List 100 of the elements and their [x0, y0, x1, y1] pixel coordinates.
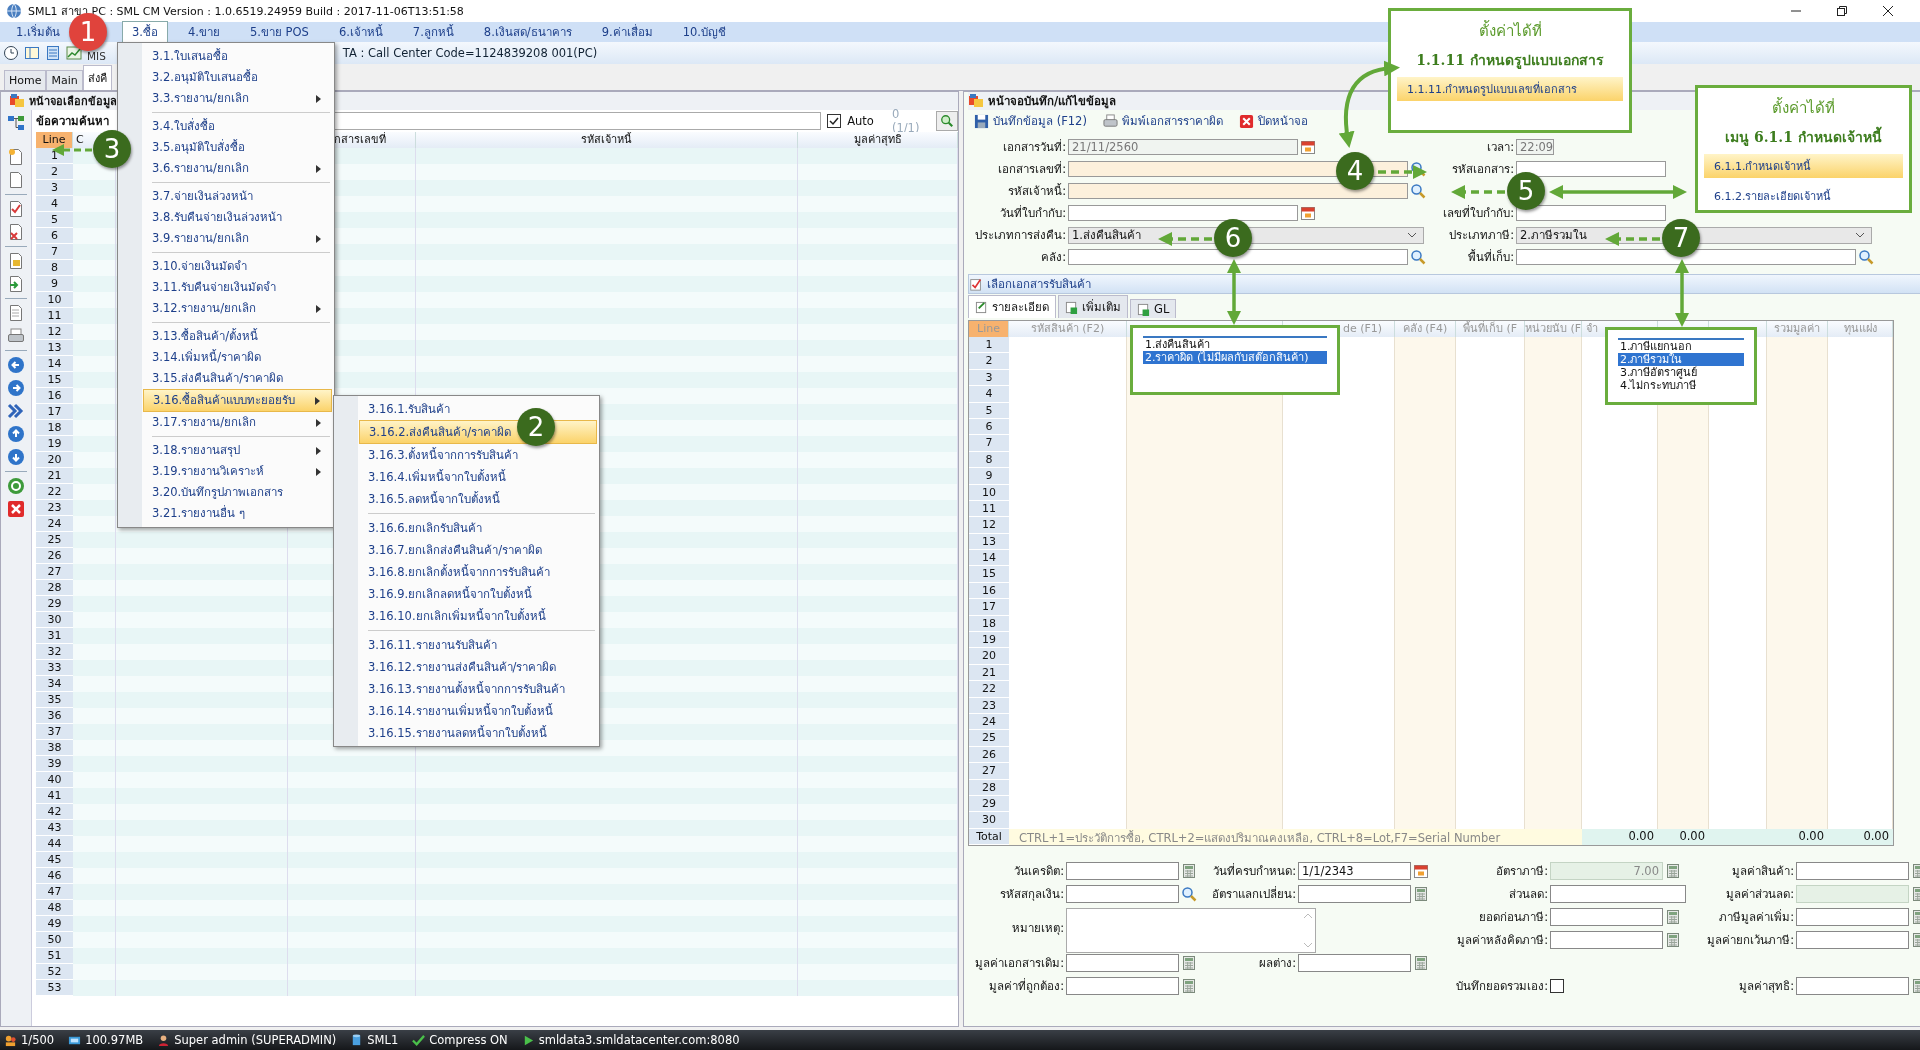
calculator-icon[interactable]: [1181, 977, 1197, 994]
document-icon[interactable]: [7, 171, 25, 189]
input-field[interactable]: [1516, 161, 1666, 177]
calculator-icon[interactable]: [1413, 885, 1429, 902]
input-field[interactable]: [1298, 953, 1411, 972]
calculator-icon[interactable]: [45, 45, 61, 61]
input-field[interactable]: [1298, 884, 1411, 903]
menu-item[interactable]: 3.16.5.ลดหนี้จากใบตั้งหนี้: [359, 488, 597, 510]
menu-item[interactable]: 3.16.8.ยกเลิกตั้งหนี้จากการรับสินค้า: [359, 561, 597, 583]
calculator-icon[interactable]: [1181, 954, 1197, 971]
tab[interactable]: Home: [4, 70, 47, 90]
menu-item[interactable]: 3.16.4.เพิ่มหนี้จากใบตั้งหนี้: [359, 466, 597, 488]
option[interactable]: 2.ภาษีรวมใน: [1618, 353, 1744, 366]
menu-item[interactable]: 3.2.อนุมัติใบเสนอซื้อ: [143, 67, 332, 88]
search-icon[interactable]: [1410, 161, 1426, 177]
menu-item[interactable]: 7.ลูกหนี้: [402, 21, 464, 43]
clock-icon[interactable]: [3, 45, 19, 61]
menu-item[interactable]: 3.16.11.รายงานรับสินค้า: [359, 634, 597, 656]
input-field[interactable]: [1066, 976, 1179, 995]
menu-item[interactable]: 9.ค่าเสื่อม: [591, 21, 663, 43]
calculator-icon[interactable]: [1665, 931, 1681, 948]
tree-icon[interactable]: [7, 114, 25, 132]
menu-item[interactable]: 3.16.10.ยกเลิกเพิ่มหนี้จากใบตั้งหนี้: [359, 605, 597, 627]
menu-item[interactable]: 3.11.รับคืนจ่ายเงินมัดจำ: [143, 277, 332, 298]
document-icon[interactable]: [7, 148, 25, 166]
tab[interactable]: รายละเอียด: [968, 295, 1056, 318]
menu-item[interactable]: 8.เงินสด/ธนาคาร: [473, 21, 582, 43]
calendar-icon[interactable]: [1300, 205, 1316, 221]
input-field[interactable]: [1066, 861, 1179, 880]
document-icon[interactable]: [7, 304, 25, 322]
remarks-field[interactable]: [1066, 907, 1316, 953]
option[interactable]: 1.ภาษีแยกนอก: [1618, 340, 1744, 353]
input-field[interactable]: [1550, 907, 1663, 926]
close-button[interactable]: ปิดหน้าจอ: [1232, 112, 1314, 130]
section-bar[interactable]: เลือกเอกสารรับสินค้า: [968, 274, 1920, 294]
menu-item[interactable]: 3.8.รับคืนจ่ายเงินล่วงหน้า: [143, 207, 332, 228]
tab[interactable]: Main: [46, 70, 83, 90]
menu-item[interactable]: 3.16.15.รายงานลดหนี้จากใบตั้งหนี้: [359, 722, 597, 744]
menu-item[interactable]: 3.3.รายงาน/ยกเลิก: [143, 88, 332, 109]
calculator-icon[interactable]: [1665, 862, 1681, 879]
menu-item[interactable]: 3.14.เพิ่มหนี้/ราคาผิด: [143, 347, 332, 368]
tab[interactable]: GL: [1130, 299, 1177, 318]
menu-item[interactable]: 3.18.รายงานสรุป: [143, 440, 332, 461]
help-icon[interactable]: [7, 477, 25, 495]
tab[interactable]: ส่งคื: [82, 65, 112, 90]
close-icon[interactable]: [1882, 5, 1894, 17]
menu-item[interactable]: 3.ซื้อ: [122, 21, 168, 43]
menu-item[interactable]: 10.บัญชี: [672, 21, 736, 43]
calculator-icon[interactable]: [1181, 862, 1197, 879]
menu-item[interactable]: 3.16.12.รายงานส่งคืนสินค้า/ราคาผิด: [359, 656, 597, 678]
menu-item[interactable]: 3.6.รายงาน/ยกเลิก: [143, 158, 332, 179]
menu-item[interactable]: 3.15.ส่งคืนสินค้า/ราคาผิด: [143, 368, 332, 389]
search-icon[interactable]: [1858, 249, 1874, 265]
input-field[interactable]: [1066, 953, 1179, 972]
menu-item[interactable]: 1.เริ่มต้น: [6, 21, 70, 43]
menu-item[interactable]: 3.7.จ่ายเงินล่วงหน้า: [143, 186, 332, 207]
document-icon[interactable]: [7, 223, 25, 241]
input-field[interactable]: [1796, 861, 1909, 880]
input-field[interactable]: [1516, 249, 1856, 265]
input-field[interactable]: [1068, 183, 1408, 199]
option[interactable]: 2.ราคาผิด (ไม่มีผลกับสต๊อกสินค้า): [1143, 351, 1327, 364]
calendar-icon[interactable]: [1413, 862, 1429, 879]
input-field[interactable]: 1/1/2343: [1298, 861, 1411, 880]
menu-item[interactable]: 3.16.6.ยกเลิกรับสินค้า: [359, 517, 597, 539]
menu-item[interactable]: 3.16.3.ตั้งหนี้จากการรับสินค้า: [359, 444, 597, 466]
chart-icon[interactable]: [66, 45, 82, 61]
menu-item[interactable]: 6.เจ้าหนี้: [328, 21, 393, 43]
menu-item[interactable]: 3.10.จ่ายเงินมัดจำ: [143, 256, 332, 277]
option[interactable]: 4.ไม่กระทบภาษี: [1618, 379, 1744, 392]
print-button[interactable]: พิมพ์เอกสารราคาผิด: [1096, 112, 1229, 130]
menu-item[interactable]: 3.19.รายงานวิเคราะห์: [143, 461, 332, 482]
menu-item[interactable]: 3.20.บันทึกรูปภาพเอกสาร: [143, 482, 332, 503]
menu-item[interactable]: 3.16.9.ยกเลิกลดหนี้จากใบตั้งหนี้: [359, 583, 597, 605]
menu-item[interactable]: 3.13.ซื้อสินค้า/ตั้งหนี้: [143, 326, 332, 347]
document-icon[interactable]: [7, 275, 25, 293]
calendar-icon[interactable]: [1300, 139, 1316, 155]
double-chevron-icon[interactable]: [7, 402, 25, 420]
input-field[interactable]: [1796, 930, 1909, 949]
input-field[interactable]: [1068, 205, 1298, 221]
menu-item[interactable]: 3.16.7.ยกเลิกส่งคืนสินค้า/ราคาผิด: [359, 539, 597, 561]
menu-item[interactable]: 3.17.รายงาน/ยกเลิก: [143, 412, 332, 433]
menu-item[interactable]: 3.1.ใบเสนอซื้อ: [143, 46, 332, 67]
input-field[interactable]: [1550, 884, 1686, 903]
document-icon[interactable]: [7, 252, 25, 270]
input-field[interactable]: [1796, 976, 1909, 995]
zoom-button[interactable]: [936, 111, 958, 131]
checkbox[interactable]: [1550, 978, 1564, 993]
menu-item[interactable]: 4.ขาย: [177, 21, 230, 43]
input-field[interactable]: [1066, 884, 1179, 903]
option[interactable]: 1.ส่งคืนสินค้า: [1143, 338, 1327, 351]
input-field[interactable]: [1550, 930, 1663, 949]
menu-item[interactable]: 3.16.ซื้อสินค้าแบบทะยอยรับ: [143, 389, 332, 412]
input-field[interactable]: [1068, 249, 1408, 265]
input-field[interactable]: [1516, 205, 1666, 221]
auto-checkbox[interactable]: [827, 114, 842, 128]
calculator-icon[interactable]: [1413, 954, 1429, 971]
option[interactable]: 3.ภาษีอัตราศูนย์: [1618, 366, 1744, 379]
panel-icon[interactable]: [24, 45, 40, 61]
printer-icon[interactable]: [7, 327, 25, 345]
menu-item[interactable]: 3.9.รายงาน/ยกเลิก: [143, 228, 332, 249]
